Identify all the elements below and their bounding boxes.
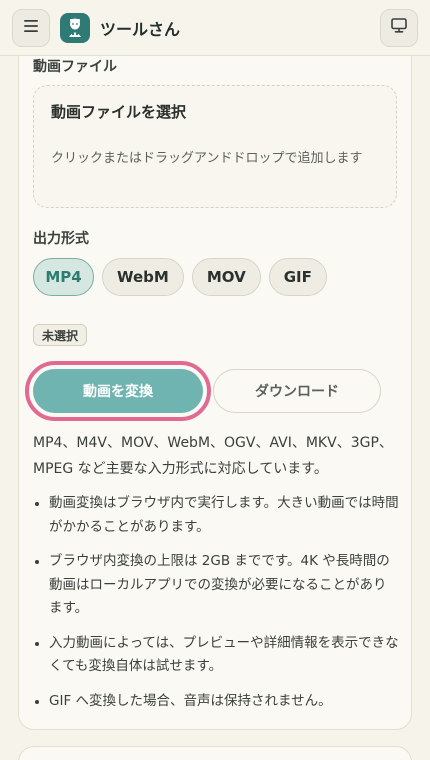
convert-button[interactable]: 動画を変換 xyxy=(33,369,203,413)
format-option-webm[interactable]: WebM xyxy=(102,258,184,296)
format-option-gif[interactable]: GIF xyxy=(268,258,327,296)
status-badge: 未選択 xyxy=(33,324,88,346)
hamburger-menu-icon xyxy=(23,18,39,37)
format-option-mov[interactable]: MOV xyxy=(191,258,261,296)
list-item: 動画変換はブラウザ内で実行します。大きい動画では時間がかかることがあります。 xyxy=(33,492,399,539)
dropzone-hint: クリックまたはドラッグアンドドロップで追加します xyxy=(51,151,363,166)
download-button[interactable]: ダウンロード xyxy=(213,369,381,413)
menu-button[interactable] xyxy=(12,8,50,47)
list-item: GIF へ変換した場合、音声は保持されません。 xyxy=(33,690,399,714)
format-option-mp4[interactable]: MP4 xyxy=(33,258,94,296)
supported-formats-description: MP4、M4V、MOV、WebM、OGV、AVI、MKV、3GP、MPEG など… xyxy=(33,435,393,477)
dropzone-title: 動画ファイルを選択 xyxy=(51,103,187,121)
format-options: MP4 WebM MOV GIF xyxy=(33,258,327,296)
list-item: ブラウザ内変換の上限は 2GB までです。4K や長時間の動画はローカルアプリで… xyxy=(33,550,399,621)
next-card xyxy=(18,746,412,760)
display-mode-button[interactable] xyxy=(380,8,418,47)
output-format-label: 出力形式 xyxy=(33,231,89,247)
notes-list: 動画変換はブラウザ内で実行します。大きい動画では時間がかかることがあります。 ブ… xyxy=(33,492,399,724)
list-item: 入力動画によっては、プレビューや詳細情報を表示できなくても変換自体は試せます。 xyxy=(33,632,399,679)
monitor-icon xyxy=(391,18,407,37)
video-file-label: 動画ファイル xyxy=(33,59,117,75)
app-title: ツールさん xyxy=(100,19,181,39)
app-header: ツールさん xyxy=(0,0,430,56)
file-dropzone[interactable]: 動画ファイルを選択 クリックまたはドラッグアンドドロップで追加します xyxy=(33,85,397,208)
mascot-logo-icon[interactable] xyxy=(60,12,90,43)
